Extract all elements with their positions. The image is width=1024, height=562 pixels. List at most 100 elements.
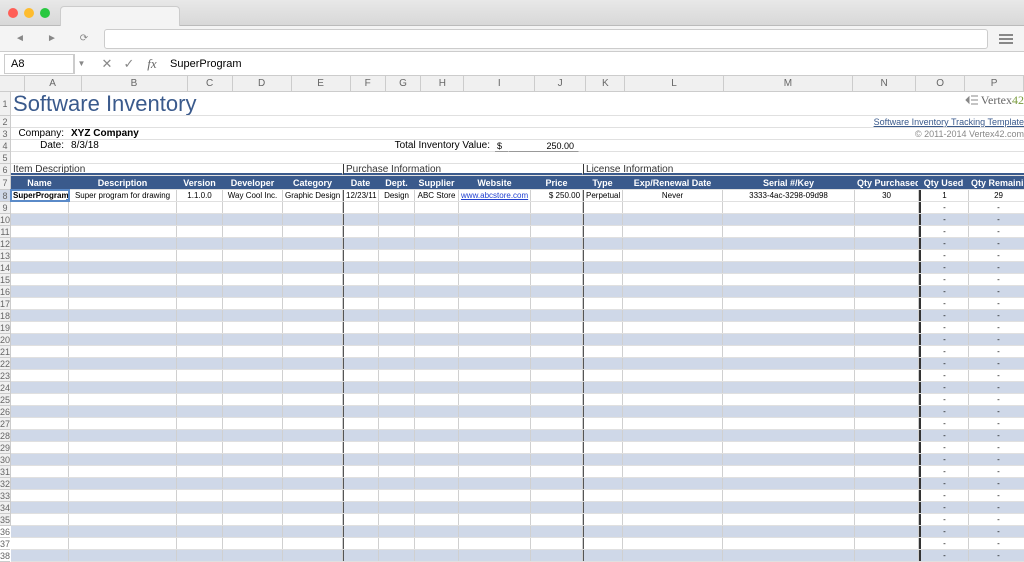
cell[interactable]	[415, 214, 459, 225]
cell[interactable]	[531, 250, 583, 261]
cell[interactable]	[177, 382, 223, 393]
cell[interactable]	[177, 202, 223, 213]
cell[interactable]	[855, 310, 919, 321]
cell[interactable]	[177, 550, 223, 561]
cell[interactable]	[415, 274, 459, 285]
cell[interactable]: -	[919, 322, 969, 333]
cell[interactable]	[223, 538, 283, 549]
cell[interactable]	[855, 214, 919, 225]
cell[interactable]	[531, 226, 583, 237]
cell[interactable]	[855, 226, 919, 237]
cell[interactable]	[11, 322, 69, 333]
cell[interactable]	[11, 274, 69, 285]
cell[interactable]	[623, 442, 723, 453]
cell[interactable]	[223, 490, 283, 501]
address-bar[interactable]	[104, 29, 988, 49]
cell[interactable]	[283, 394, 343, 405]
close-window-button[interactable]	[8, 8, 18, 18]
cell-developer[interactable]: Way Cool Inc.	[223, 190, 283, 201]
cell[interactable]	[283, 346, 343, 357]
cell[interactable]	[459, 466, 531, 477]
cell[interactable]	[283, 490, 343, 501]
cell[interactable]	[177, 430, 223, 441]
cell[interactable]	[69, 334, 177, 345]
cell[interactable]	[623, 226, 723, 237]
cell[interactable]	[11, 370, 69, 381]
cell[interactable]	[855, 394, 919, 405]
row-header[interactable]: 25	[0, 394, 10, 406]
cell[interactable]	[415, 406, 459, 417]
cell[interactable]	[531, 442, 583, 453]
cell[interactable]	[343, 250, 379, 261]
cell[interactable]	[459, 382, 531, 393]
cell[interactable]: -	[919, 466, 969, 477]
cell[interactable]	[855, 202, 919, 213]
cell[interactable]	[583, 298, 623, 309]
col-header[interactable]: D	[233, 76, 292, 91]
cell[interactable]	[223, 334, 283, 345]
cell[interactable]	[343, 538, 379, 549]
cell[interactable]	[583, 202, 623, 213]
cell[interactable]	[531, 298, 583, 309]
cell[interactable]	[223, 514, 283, 525]
cell[interactable]: -	[919, 394, 969, 405]
cell[interactable]	[379, 502, 415, 513]
cell[interactable]	[379, 490, 415, 501]
cell[interactable]	[283, 250, 343, 261]
cell[interactable]	[379, 466, 415, 477]
cell[interactable]	[531, 430, 583, 441]
cell[interactable]	[177, 502, 223, 513]
row-header[interactable]: 4	[0, 140, 10, 152]
cell[interactable]: -	[969, 454, 1024, 465]
cell[interactable]	[723, 298, 855, 309]
cell[interactable]	[69, 358, 177, 369]
row-header[interactable]: 19	[0, 322, 10, 334]
cell[interactable]	[855, 334, 919, 345]
cell[interactable]	[223, 526, 283, 537]
cell[interactable]: -	[969, 370, 1024, 381]
cell[interactable]	[459, 250, 531, 261]
cell[interactable]	[531, 466, 583, 477]
cell[interactable]	[623, 502, 723, 513]
cell[interactable]	[583, 274, 623, 285]
cell[interactable]	[415, 238, 459, 249]
table-row[interactable]: --	[11, 502, 1024, 514]
cell[interactable]	[69, 214, 177, 225]
cell[interactable]	[459, 358, 531, 369]
cell[interactable]	[69, 442, 177, 453]
cell-date[interactable]: 12/23/11	[343, 190, 379, 201]
table-row[interactable]: --	[11, 382, 1024, 394]
cell[interactable]	[531, 370, 583, 381]
cell[interactable]	[223, 226, 283, 237]
row-header[interactable]: 13	[0, 250, 10, 262]
cell[interactable]	[583, 214, 623, 225]
cell[interactable]	[343, 310, 379, 321]
row-header[interactable]: 17	[0, 298, 10, 310]
cell[interactable]	[69, 238, 177, 249]
cell[interactable]	[855, 418, 919, 429]
table-row[interactable]: SuperProgram Super program for drawing 1…	[11, 190, 1024, 202]
cell[interactable]: -	[969, 358, 1024, 369]
cell[interactable]	[723, 274, 855, 285]
cell[interactable]	[459, 262, 531, 273]
cell[interactable]	[415, 298, 459, 309]
cell[interactable]	[855, 526, 919, 537]
cell[interactable]	[531, 418, 583, 429]
cell[interactable]	[223, 502, 283, 513]
cell[interactable]	[531, 310, 583, 321]
cell[interactable]	[11, 442, 69, 453]
cell[interactable]	[223, 478, 283, 489]
cell[interactable]	[723, 346, 855, 357]
cell[interactable]	[223, 274, 283, 285]
row-header[interactable]: 38	[0, 550, 10, 562]
cell[interactable]	[623, 550, 723, 561]
cell[interactable]	[177, 334, 223, 345]
cell[interactable]	[583, 262, 623, 273]
cell[interactable]	[379, 214, 415, 225]
table-row[interactable]: --	[11, 418, 1024, 430]
cell[interactable]	[379, 262, 415, 273]
table-row[interactable]: --	[11, 286, 1024, 298]
cell[interactable]	[531, 238, 583, 249]
cell[interactable]	[583, 538, 623, 549]
cell[interactable]: -	[969, 490, 1024, 501]
